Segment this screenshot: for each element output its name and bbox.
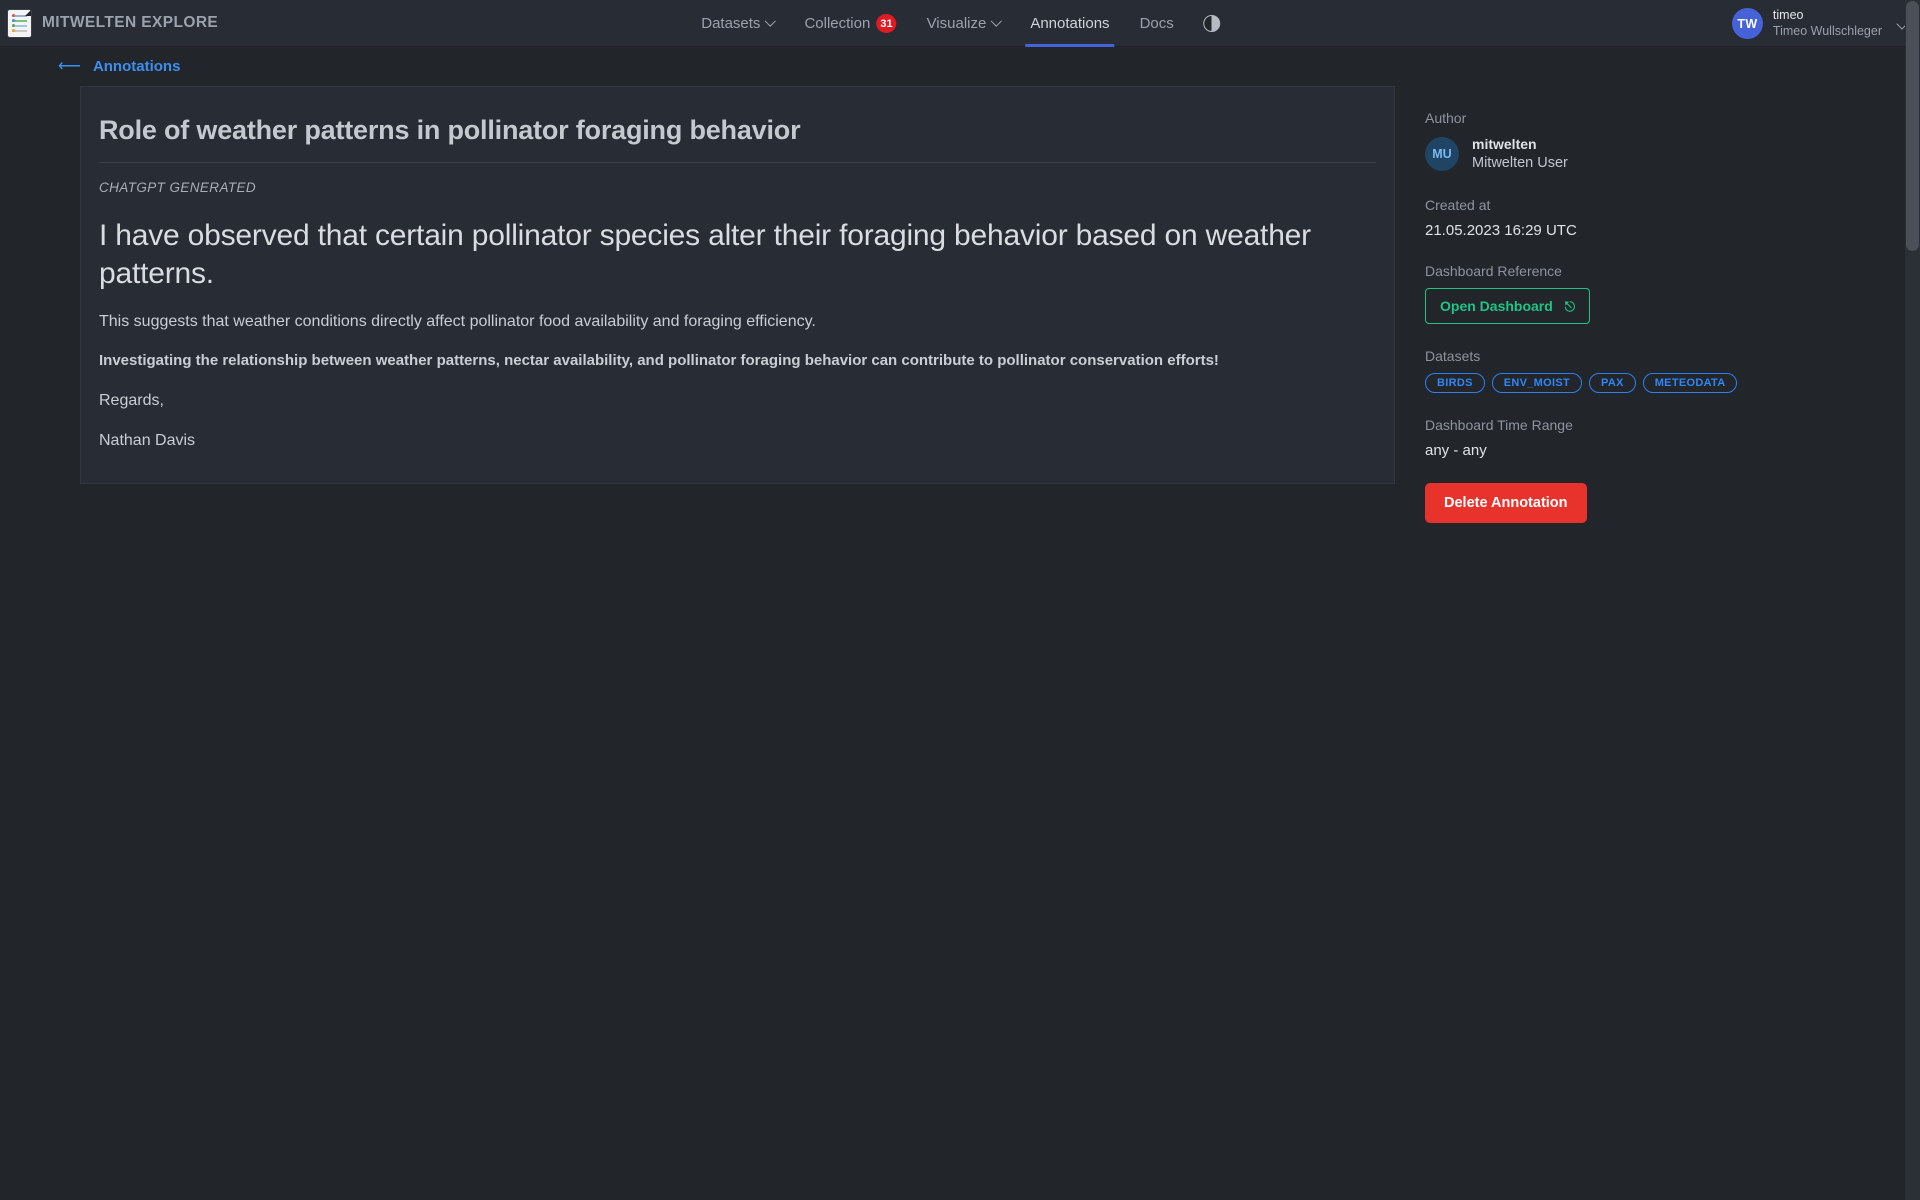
page-title: Role of weather patterns in pollinator f… [99,115,1376,163]
author-handle: mitwelten [1472,136,1537,152]
nav-item-label: Collection [804,15,871,32]
datasets-label: Datasets [1425,348,1481,365]
theme-toggle-button[interactable] [1189,0,1234,47]
dataset-tag[interactable]: PAX [1589,373,1636,394]
page-body: Role of weather patterns in pollinator f… [0,86,1920,524]
nav-item-datasets[interactable]: Datasets [686,0,789,47]
breadcrumb[interactable]: ⟵ Annotations [0,47,180,86]
dataset-tag[interactable]: ENV_MOIST [1491,373,1583,394]
nav-item-label: Visualize [926,15,987,32]
user-menu[interactable]: TW timeo Timeo Wullschleger [1731,0,1908,47]
dataset-tag[interactable]: METEODATA [1642,373,1738,394]
annotation-paragraph-bold: Investigating the relationship between w… [99,352,1219,370]
annotation-paragraph: This suggests that weather conditions di… [99,313,816,331]
open-dashboard-button[interactable]: Open Dashboard ⎋ [1425,288,1591,325]
time-range-label: Dashboard Time Range [1425,417,1573,434]
scrollbar-thumb[interactable] [1906,1,1919,251]
annotation-card: Role of weather patterns in pollinator f… [80,86,1395,484]
time-range-value: any - any [1425,442,1487,460]
dashboard-reference-label: Dashboard Reference [1425,263,1562,280]
annotation-sidebar: Author MU mitwelten Mitwelten User Creat… [1395,86,1755,524]
nav-item-annotations[interactable]: Annotations [1015,0,1124,47]
nav-item-label: Annotations [1030,15,1110,32]
created-at-label: Created at [1425,197,1491,214]
user-fullname: Timeo Wullschleger [1772,23,1882,38]
top-navigation-bar: MITWELTEN EXPLORE Datasets Collection 31… [0,0,1920,47]
chevron-down-icon [764,15,777,27]
annotation-lead: I have observed that certain pollinator … [99,219,1311,291]
datasets-section: Datasets BIRDS ENV_MOIST PAX METEODATA [1425,348,1755,394]
annotation-signature: Nathan Davis [99,432,196,450]
chevron-down-icon [990,15,1002,27]
avatar: MU [1425,137,1459,172]
annotation-tagline: CHATGPT GENERATED [99,180,257,195]
open-dashboard-label: Open Dashboard [1440,298,1553,315]
author-section: Author MU mitwelten Mitwelten User [1425,110,1755,173]
delete-annotation-button[interactable]: Delete Annotation [1425,483,1587,524]
nav-item-docs[interactable]: Docs [1125,0,1189,47]
external-link-icon: ⎋ [1564,298,1576,314]
document-lines-icon [8,9,31,37]
contrast-half-circle-icon [1202,15,1220,32]
annotation-signoff: Regards, [99,392,164,410]
avatar: TW [1731,8,1763,39]
brand[interactable]: MITWELTEN EXPLORE [0,9,219,37]
breadcrumb-label: Annotations [92,58,181,75]
nav-item-visualize[interactable]: Visualize [912,0,1016,47]
dataset-tag-list: BIRDS ENV_MOIST PAX METEODATA [1425,373,1755,394]
created-at-value: 21.05.2023 16:29 UTC [1425,222,1577,240]
back-arrow-icon: ⟵ [58,57,81,75]
brand-title: MITWELTEN EXPLORE [42,14,219,31]
nav-item-label: Datasets [701,15,761,32]
main-nav: Datasets Collection 31 Visualize Annotat… [686,0,1234,47]
user-username: timeo [1772,7,1804,22]
time-range-section: Dashboard Time Range any - any [1425,417,1755,459]
dashboard-reference-section: Dashboard Reference Open Dashboard ⎋ [1425,263,1755,325]
collection-count-badge: 31 [876,14,897,33]
page-scrollbar[interactable] [1905,0,1920,1200]
dataset-tag[interactable]: BIRDS [1425,373,1485,394]
nav-item-collection[interactable]: Collection 31 [789,0,911,47]
author-label: Author [1425,110,1467,126]
author-row: MU mitwelten Mitwelten User [1425,135,1755,173]
nav-item-label: Docs [1139,15,1174,32]
author-fullname: Mitwelten User [1472,154,1568,171]
created-at-section: Created at 21.05.2023 16:29 UTC [1425,197,1755,239]
